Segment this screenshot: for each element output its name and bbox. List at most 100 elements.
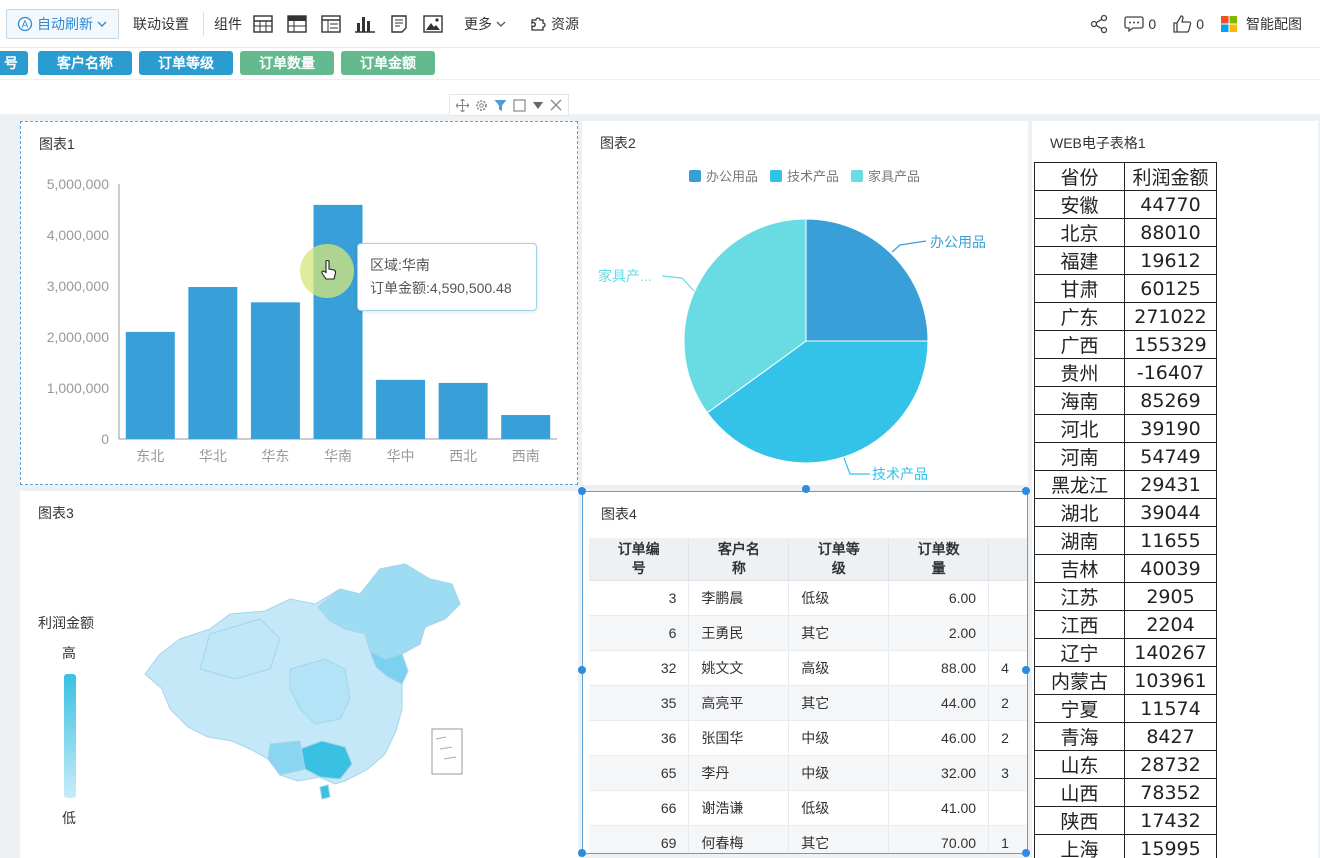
link-settings-button[interactable]: 联动设置 <box>125 8 197 40</box>
table-row[interactable]: 66 谢浩谦 低级 41.00 <box>589 790 1027 826</box>
profit-cell[interactable]: 17432 <box>1124 806 1217 835</box>
resize-handle[interactable] <box>578 487 586 495</box>
profit-cell[interactable]: 271022 <box>1124 302 1217 331</box>
filter-icon[interactable] <box>494 99 507 112</box>
chart1-panel[interactable]: 图表1 5,000,000 4,000,000 3,000,000 2,000,000… <box>20 121 578 485</box>
table-row[interactable]: 69 何春梅 其它 70.00 1 <box>589 825 1027 853</box>
resize-handle[interactable] <box>1022 666 1030 674</box>
profit-cell[interactable]: 54749 <box>1124 442 1217 471</box>
province-cell[interactable]: 甘肃 <box>1034 274 1125 303</box>
province-cell[interactable]: 内蒙古 <box>1034 666 1125 695</box>
province-cell[interactable]: 福建 <box>1034 246 1125 275</box>
province-cell[interactable]: 青海 <box>1034 722 1125 751</box>
bar-chart-icon[interactable] <box>348 8 382 40</box>
column-header[interactable]: 订单数量 <box>888 538 990 581</box>
province-cell[interactable]: 海南 <box>1034 386 1125 415</box>
profit-cell[interactable]: 15995 <box>1124 834 1217 858</box>
close-icon[interactable] <box>550 99 562 111</box>
resize-handle[interactable] <box>578 849 586 857</box>
province-cell[interactable]: 山西 <box>1034 778 1125 807</box>
resize-handle[interactable] <box>1022 849 1030 857</box>
column-header[interactable]: 订单编号 <box>589 538 690 581</box>
profit-cell[interactable]: 103961 <box>1124 666 1217 695</box>
profit-cell[interactable]: 11574 <box>1124 694 1217 723</box>
settings-gear-icon[interactable] <box>475 99 488 112</box>
field-chip-order-amount[interactable]: 订单金额 <box>341 51 435 75</box>
dropdown-triangle-icon[interactable] <box>532 99 544 111</box>
province-cell[interactable]: 河南 <box>1034 442 1125 471</box>
province-cell[interactable]: 湖北 <box>1034 498 1125 527</box>
resize-handle[interactable] <box>802 485 810 493</box>
move-icon[interactable] <box>456 98 469 112</box>
like-button[interactable]: 0 <box>1164 8 1212 40</box>
more-button[interactable]: 更多 <box>456 8 515 40</box>
profit-cell[interactable]: 60125 <box>1124 274 1217 303</box>
profit-cell[interactable]: 140267 <box>1124 638 1217 667</box>
column-header[interactable]: 订单等级 <box>788 538 890 581</box>
province-cell[interactable]: 广东 <box>1034 302 1125 331</box>
detail-table-icon[interactable] <box>314 8 348 40</box>
bar[interactable] <box>501 415 551 439</box>
text-component-icon[interactable] <box>382 8 416 40</box>
field-chip-order-level[interactable]: 订单等级 <box>139 51 233 75</box>
table-row[interactable]: 32 姚文文 高级 88.00 4 <box>589 650 1027 686</box>
province-cell[interactable]: 江苏 <box>1034 582 1125 611</box>
table-row[interactable]: 6 王勇民 其它 2.00 <box>589 615 1027 651</box>
resize-handle[interactable] <box>578 666 586 674</box>
profit-cell[interactable]: 19612 <box>1124 246 1217 275</box>
chart2-panel[interactable]: 图表2 办公用品 技术产品 家具产品 办公用品 技术产品 家具产... <box>582 121 1028 485</box>
map-legend-gradient[interactable] <box>64 674 76 798</box>
profit-cell[interactable]: 29431 <box>1124 470 1217 499</box>
table-icon[interactable] <box>246 8 280 40</box>
profit-cell[interactable]: 88010 <box>1124 218 1217 247</box>
profit-cell[interactable]: 8427 <box>1124 722 1217 751</box>
province-cell[interactable]: 河北 <box>1034 414 1125 443</box>
bar[interactable] <box>125 331 175 439</box>
table-row[interactable]: 36 张国华 中级 46.00 2 <box>589 720 1027 756</box>
province-cell[interactable]: 吉林 <box>1034 554 1125 583</box>
province-cell[interactable]: 北京 <box>1034 218 1125 247</box>
cross-table-icon[interactable] <box>280 8 314 40</box>
profit-cell[interactable]: 39190 <box>1124 414 1217 443</box>
province-cell[interactable]: 安徽 <box>1034 190 1125 219</box>
column-header[interactable]: 订 <box>988 538 1027 581</box>
province-cell[interactable]: 上海 <box>1034 834 1125 858</box>
bar[interactable] <box>250 302 300 439</box>
resize-handle[interactable] <box>1022 487 1030 495</box>
bar[interactable] <box>438 382 488 439</box>
profit-cell[interactable]: 44770 <box>1124 190 1217 219</box>
table-row[interactable]: 65 李丹 中级 32.00 3 <box>589 755 1027 791</box>
profit-cell[interactable]: 2204 <box>1124 610 1217 639</box>
province-cell[interactable]: 宁夏 <box>1034 694 1125 723</box>
image-icon[interactable] <box>416 8 450 40</box>
province-cell[interactable]: 贵州 <box>1034 358 1125 387</box>
profit-cell[interactable]: -16407 <box>1124 358 1217 387</box>
profit-cell[interactable]: 78352 <box>1124 778 1217 807</box>
bar[interactable] <box>376 379 426 439</box>
province-cell[interactable]: 广西 <box>1034 330 1125 359</box>
province-cell[interactable]: 陕西 <box>1034 806 1125 835</box>
profit-cell[interactable]: 11655 <box>1124 526 1217 555</box>
table-row[interactable]: 35 高亮平 其它 44.00 2 <box>589 685 1027 721</box>
province-cell[interactable]: 山东 <box>1034 750 1125 779</box>
column-header[interactable]: 客户名称 <box>688 538 790 581</box>
field-chip-customer-name[interactable]: 客户名称 <box>38 51 132 75</box>
comment-button[interactable]: 0 <box>1116 8 1164 40</box>
table-row[interactable]: 3 李鹏晨 低级 6.00 <box>589 580 1027 616</box>
chart3-panel[interactable]: 图表3 利润金额 高 低 <box>20 491 578 858</box>
web-table-panel[interactable]: WEB电子表格1 省份 利润金额 安徽 44770 北京 88010 福建 19612 甘肃… <box>1032 121 1318 858</box>
profit-cell[interactable]: 85269 <box>1124 386 1217 415</box>
bar[interactable] <box>188 287 238 439</box>
profit-cell[interactable]: 28732 <box>1124 750 1217 779</box>
province-cell[interactable]: 湖南 <box>1034 526 1125 555</box>
smart-color-button[interactable]: 智能配图 <box>1212 8 1310 40</box>
auto-refresh-button[interactable]: A 自动刷新 <box>6 8 119 39</box>
profit-cell[interactable]: 39044 <box>1124 498 1217 527</box>
chart4-panel[interactable]: 图表4 订单编号客户名称订单等级订单数量订 3李鹏晨低级6.006王勇民其它2.… <box>582 491 1028 854</box>
profit-cell[interactable]: 2905 <box>1124 582 1217 611</box>
maximize-icon[interactable] <box>513 98 526 112</box>
bar[interactable] <box>313 204 363 439</box>
field-chip-order-id[interactable]: 号 <box>0 51 28 75</box>
province-cell[interactable]: 辽宁 <box>1034 638 1125 667</box>
field-chip-order-qty[interactable]: 订单数量 <box>240 51 334 75</box>
